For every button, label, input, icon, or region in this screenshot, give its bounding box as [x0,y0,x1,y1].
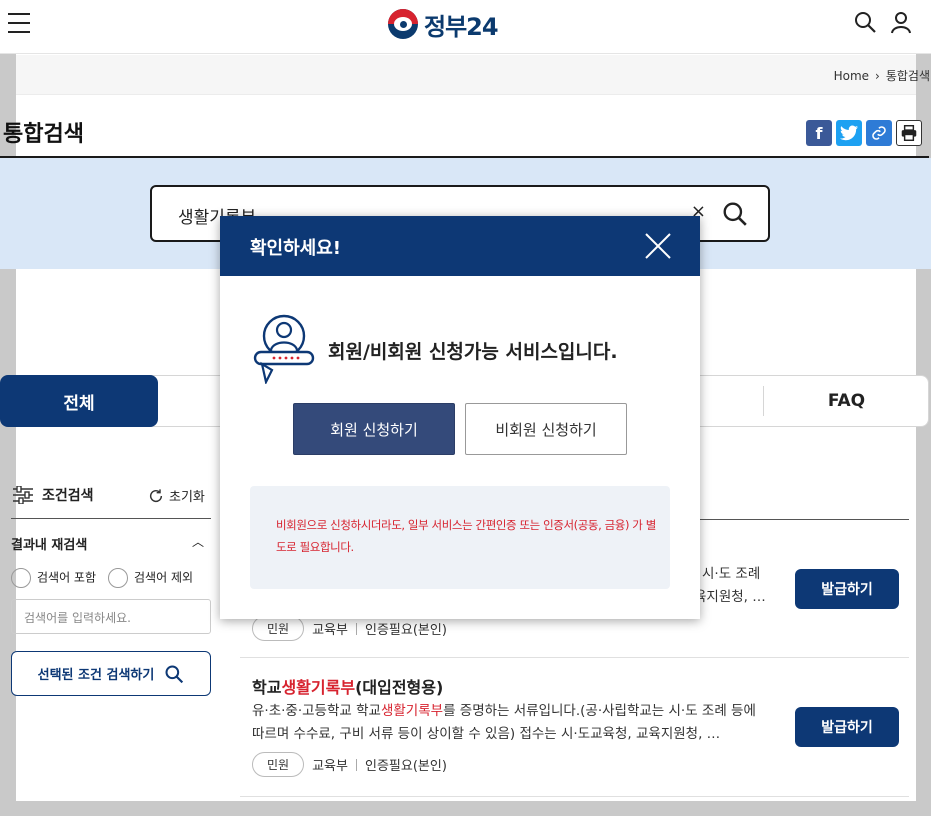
search-icon [165,665,184,683]
reset-label: 초기화 [169,490,205,505]
refine-options: 검색어 포함 검색어 제외 [11,568,193,588]
twitter-icon[interactable] [836,120,862,146]
facebook-icon[interactable]: f [806,120,832,146]
result-tag: 민원 [252,616,305,641]
tab-faq[interactable]: FAQ [763,386,929,416]
link-icon[interactable] [866,120,892,146]
print-icon[interactable] [896,120,922,146]
filter-heading: 조건검색 [12,485,94,505]
modal-header: 확인하세요! [220,216,700,276]
search-icon[interactable] [853,10,877,34]
filter-heading-label: 조건검색 [42,488,94,504]
exclude-option[interactable]: 검색어 제외 [108,568,193,588]
breadcrumb: Home › 통합검색 [16,55,930,95]
filter-sliders-icon [13,486,33,504]
breadcrumb-home[interactable]: Home [834,69,869,83]
result-desc-fragment: 시·도 조례 [702,566,761,582]
result-auth: 인증필요(본인) [364,623,447,638]
notice-text: 비회원으로 신청하시더라도, 일부 서비스는 간편인증 또는 인증서(공동, 금… [276,518,656,554]
close-icon[interactable] [644,232,672,260]
result-desc: 유·초·중·고등학교 학교생활기록부를 증명하는 서류입니다.(공·사립학교는 … [252,703,756,742]
breadcrumb-separator: › [875,68,880,83]
logo-text: 정부24 [424,12,499,41]
member-service-icon [253,314,315,384]
result-meta: 민원 교육부 인증필요(본인) [252,752,447,777]
issue-button[interactable]: 발급하기 [795,569,899,609]
breadcrumb-current: 통합검색 [885,69,930,83]
result-meta: 민원 교육부 인증필요(본인) [252,616,447,641]
user-icon[interactable] [889,10,913,34]
page-title: 통합검색 [3,122,84,147]
apply-filter-button[interactable]: 선택된 조건 검색하기 [11,651,211,696]
search-submit-icon[interactable] [722,201,748,227]
notice-box: 비회원으로 신청하시더라도, 일부 서비스는 간편인증 또는 인증서(공동, 금… [250,486,670,589]
confirm-modal: 확인하세요! 회원/비회원 신청가능 서비스입니다. 회원 신청하기 비회원 신… [220,216,700,619]
row-divider [240,657,909,658]
chevron-up-icon[interactable]: ︿ [192,533,204,550]
result-desc-fragment: 육지원청, … [694,589,766,605]
share-toolbar: f [806,120,922,146]
result-title[interactable]: 학교생활기록부(대입전형용) [252,674,443,698]
member-apply-button[interactable]: 회원 신청하기 [293,403,455,455]
result-org: 교육부 [312,623,348,638]
row-divider [240,796,909,797]
result-org: 교육부 [312,759,348,774]
issue-button[interactable]: 발급하기 [795,707,899,747]
taegeuk-logo-icon [388,9,418,39]
refresh-icon [149,488,163,502]
result-tag: 민원 [252,752,305,777]
result-item[interactable]: 학교생활기록부(대입전형용) 유·초·중·고등학교 학교생활기록부를 증명하는 … [240,672,909,796]
refine-search-input[interactable]: 검색어를 입력하세요. [11,599,211,634]
menu-icon[interactable] [8,13,30,33]
result-auth: 인증필요(본인) [364,759,447,774]
include-label: 검색어 포함 [37,570,97,585]
site-logo[interactable]: 정부24 [388,8,499,41]
exclude-label: 검색어 제외 [134,570,194,585]
tab-all[interactable]: 전체 [0,375,158,427]
reset-button[interactable]: 초기화 [148,486,205,505]
modal-title: 확인하세요! [250,238,342,259]
modal-message: 회원/비회원 신청가능 서비스입니다. [328,341,618,363]
apply-filter-label: 선택된 조건 검색하기 [37,668,155,683]
site-header: 정부24 [0,0,931,54]
include-option[interactable]: 검색어 포함 [11,568,96,588]
guest-apply-button[interactable]: 비회원 신청하기 [465,403,627,455]
exclude-radio[interactable] [108,568,129,588]
sidebar-divider [11,518,211,519]
include-radio[interactable] [11,568,31,588]
refine-title: 결과내 재검색 [11,538,88,553]
